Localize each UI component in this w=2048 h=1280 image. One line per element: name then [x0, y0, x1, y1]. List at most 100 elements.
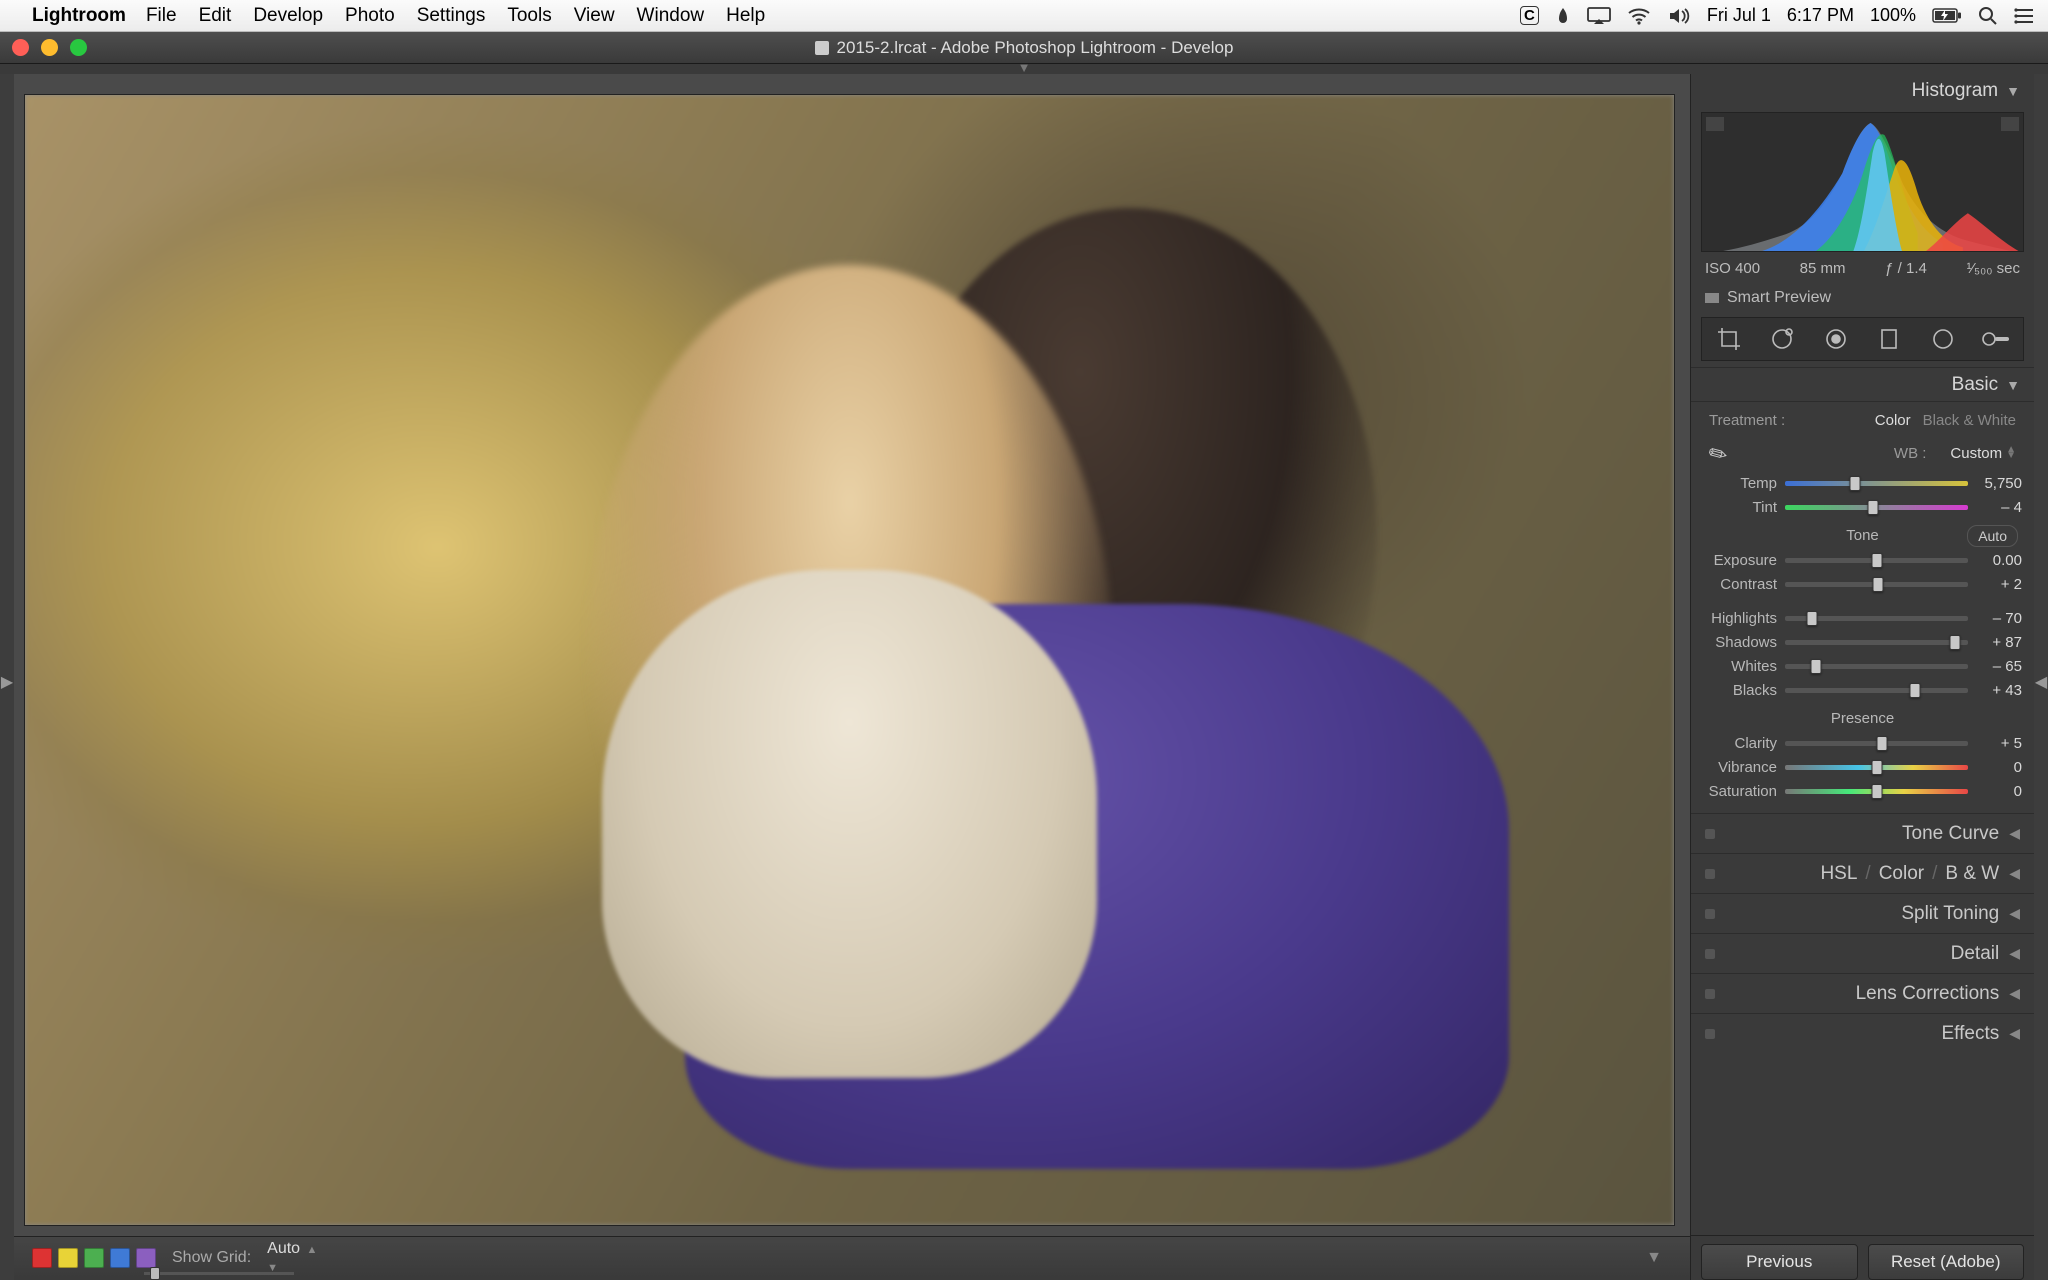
app-name[interactable]: Lightroom: [32, 5, 126, 27]
notification-center-icon[interactable]: [2014, 8, 2034, 24]
top-panel-handle[interactable]: ▼: [0, 64, 2048, 74]
color-label-red[interactable]: [32, 1248, 52, 1268]
exposure-slider[interactable]: [1785, 558, 1968, 563]
wb-stepper-icon[interactable]: ▲▼: [2006, 447, 2016, 459]
develop-bottom-buttons: Previous Reset (Adobe): [1691, 1235, 2034, 1280]
toolbar-options-icon[interactable]: ▼: [1646, 1249, 1662, 1267]
battery-icon[interactable]: [1932, 8, 1962, 23]
vibrance-slider[interactable]: [1785, 765, 1968, 770]
meta-shutter: ¹⁄₅₀₀ sec: [1966, 260, 2020, 277]
window-minimize-button[interactable]: [41, 39, 58, 56]
shadows-value[interactable]: + 87: [1968, 634, 2022, 651]
presence-heading: Presence: [1831, 710, 1894, 727]
previous-button[interactable]: Previous: [1701, 1244, 1858, 1280]
saturation-slider[interactable]: [1785, 789, 1968, 794]
shadows-label: Shadows: [1703, 634, 1785, 651]
lens-corrections-module[interactable]: Lens Corrections◀: [1691, 973, 2034, 1013]
adjustment-brush-tool-icon[interactable]: [1981, 324, 2011, 354]
color-label-green[interactable]: [84, 1248, 104, 1268]
color-label-purple[interactable]: [136, 1248, 156, 1268]
right-panel-handle[interactable]: ◀: [2034, 74, 2048, 1280]
menu-edit[interactable]: Edit: [199, 5, 232, 27]
radial-filter-tool-icon[interactable]: [1928, 324, 1958, 354]
spotlight-icon[interactable]: [1978, 6, 1998, 26]
window-close-button[interactable]: [12, 39, 29, 56]
wb-eyedropper-icon[interactable]: ✎: [1704, 434, 1742, 472]
histogram[interactable]: [1701, 112, 2024, 252]
clarity-value[interactable]: + 5: [1968, 735, 2022, 752]
reset-button[interactable]: Reset (Adobe): [1868, 1244, 2025, 1280]
whites-value[interactable]: – 65: [1968, 658, 2022, 675]
temp-label: Temp: [1703, 475, 1785, 492]
tint-slider[interactable]: [1785, 505, 1968, 510]
clarity-slider[interactable]: [1785, 741, 1968, 746]
smart-preview-label: Smart Preview: [1727, 289, 1831, 307]
highlights-label: Highlights: [1703, 610, 1785, 627]
volume-icon[interactable]: [1667, 7, 1691, 25]
toolbar-slider[interactable]: [144, 1272, 294, 1275]
redeye-tool-icon[interactable]: [1821, 324, 1851, 354]
treatment-color[interactable]: Color: [1875, 412, 1911, 429]
menubar-date[interactable]: Fri Jul 1: [1707, 5, 1771, 26]
treatment-bw[interactable]: Black & White: [1923, 412, 2016, 429]
graduated-filter-tool-icon[interactable]: [1874, 324, 1904, 354]
menu-help[interactable]: Help: [726, 5, 765, 27]
window-title: 2015-2.lrcat - Adobe Photoshop Lightroom…: [837, 38, 1234, 58]
contrast-value[interactable]: + 2: [1968, 576, 2022, 593]
smart-preview-row[interactable]: Smart Preview: [1691, 283, 2034, 317]
menu-file[interactable]: File: [146, 5, 177, 27]
develop-toolbar: Show Grid: Auto ▲▼ ▼: [14, 1236, 1690, 1278]
auto-tone-button[interactable]: Auto: [1967, 525, 2018, 547]
menu-tools[interactable]: Tools: [507, 5, 551, 27]
left-panel-handle[interactable]: ▶: [0, 74, 14, 1280]
contrast-slider[interactable]: [1785, 582, 1968, 587]
menu-photo[interactable]: Photo: [345, 5, 395, 27]
menu-extra-backblaze-icon[interactable]: [1555, 6, 1571, 26]
highlights-value[interactable]: – 70: [1968, 610, 2022, 627]
wb-label: WB :: [1894, 445, 1927, 462]
show-grid-value[interactable]: Auto: [267, 1240, 300, 1257]
smart-preview-icon: [1705, 293, 1719, 303]
develop-right-panel: Histogram▼ ISO 400 85 mm ƒ / 1.4 ¹⁄₅₀₀: [1690, 74, 2034, 1280]
tint-label: Tint: [1703, 499, 1785, 516]
blacks-slider[interactable]: [1785, 688, 1968, 693]
tint-value[interactable]: – 4: [1968, 499, 2022, 516]
hsl-module[interactable]: HSL/Color/B & W◀: [1691, 853, 2034, 893]
meta-focal: 85 mm: [1800, 260, 1846, 277]
menubar-time[interactable]: 6:17 PM: [1787, 5, 1854, 26]
color-label-yellow[interactable]: [58, 1248, 78, 1268]
basic-header[interactable]: Basic▼: [1691, 367, 2034, 401]
blacks-value[interactable]: + 43: [1968, 682, 2022, 699]
crop-tool-icon[interactable]: [1714, 324, 1744, 354]
highlights-slider[interactable]: [1785, 616, 1968, 621]
tone-curve-module[interactable]: Tone Curve◀: [1691, 813, 2034, 853]
menubar-battery-pct[interactable]: 100%: [1870, 5, 1916, 26]
menu-develop[interactable]: Develop: [253, 5, 323, 27]
menu-window[interactable]: Window: [637, 5, 705, 27]
menu-extra-c-icon[interactable]: C: [1520, 6, 1539, 25]
temp-value[interactable]: 5,750: [1968, 475, 2022, 492]
menu-settings[interactable]: Settings: [417, 5, 486, 27]
airplay-icon[interactable]: [1587, 7, 1611, 25]
shadows-slider[interactable]: [1785, 640, 1968, 645]
window-zoom-button[interactable]: [70, 39, 87, 56]
photo-preview[interactable]: [24, 94, 1675, 1226]
effects-module[interactable]: Effects◀: [1691, 1013, 2034, 1053]
histogram-header[interactable]: Histogram▼: [1691, 74, 2034, 108]
wb-value[interactable]: Custom: [1950, 445, 2002, 462]
spot-removal-tool-icon[interactable]: [1767, 324, 1797, 354]
detail-module[interactable]: Detail◀: [1691, 933, 2034, 973]
window-controls: [12, 39, 87, 56]
temp-slider[interactable]: [1785, 481, 1968, 486]
wifi-icon[interactable]: [1627, 7, 1651, 25]
vibrance-value[interactable]: 0: [1968, 759, 2022, 776]
whites-slider[interactable]: [1785, 664, 1968, 669]
meta-aperture: ƒ / 1.4: [1885, 260, 1927, 277]
split-toning-module[interactable]: Split Toning◀: [1691, 893, 2034, 933]
menu-view[interactable]: View: [574, 5, 615, 27]
saturation-label: Saturation: [1703, 783, 1785, 800]
exposure-value[interactable]: 0.00: [1968, 552, 2022, 569]
saturation-value[interactable]: 0: [1968, 783, 2022, 800]
color-label-blue[interactable]: [110, 1248, 130, 1268]
treatment-label: Treatment :: [1709, 412, 1785, 429]
